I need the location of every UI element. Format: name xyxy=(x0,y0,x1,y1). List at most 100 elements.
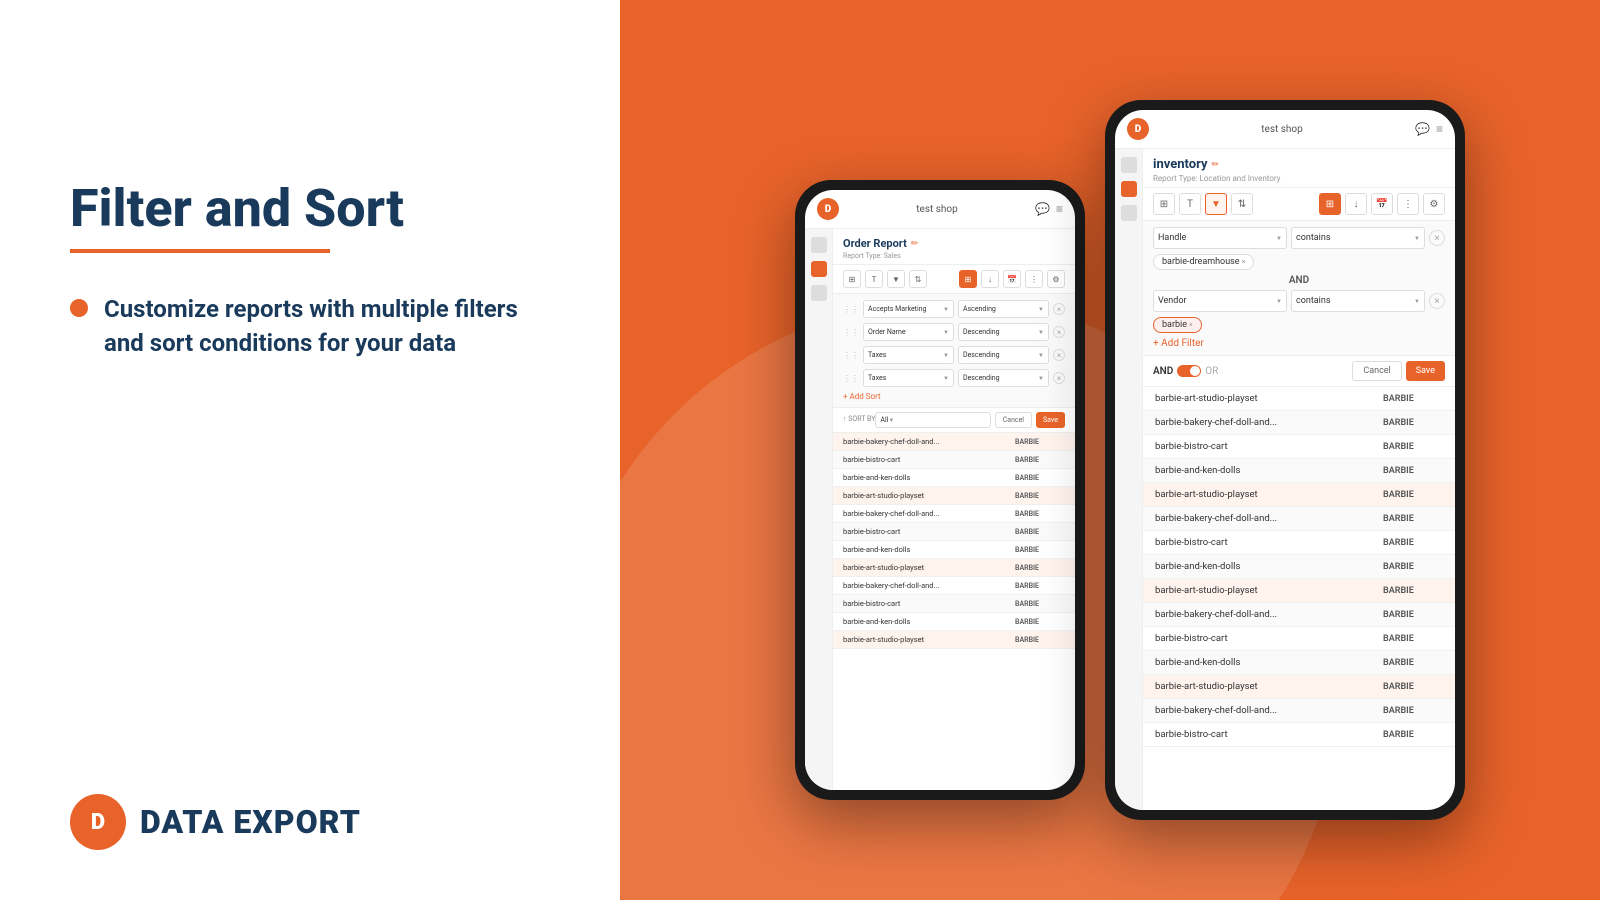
sidebar-icon-r-cart xyxy=(1121,181,1137,197)
app-logo-right: D xyxy=(1127,118,1149,140)
sort-row-3: ⋮⋮ Taxes ▼ Descending ▼ × xyxy=(843,346,1065,364)
toolbar-orange-btn[interactable]: ⊞ xyxy=(959,270,977,288)
sort-dir-3[interactable]: Descending ▼ xyxy=(958,346,1049,364)
filter-row-2: Vendor ▼ contains ▼ × xyxy=(1153,290,1445,312)
add-filter-link[interactable]: + Add Filter xyxy=(1153,338,1445,349)
and-or-row: AND OR Cancel Save xyxy=(1143,356,1455,387)
toolbar-text-btn-r[interactable]: T xyxy=(1179,193,1201,215)
bullet-item: Customize reports with multiple filters … xyxy=(70,293,560,360)
save-btn-right[interactable]: Save xyxy=(1406,361,1445,381)
app-content-right: inventory ✏ Report Type: Location and In… xyxy=(1143,149,1455,810)
report-header-left: Order Report ✏ Report Type: Sales xyxy=(833,229,1075,265)
toolbar-sort-btn-r[interactable]: ⇅ xyxy=(1231,193,1253,215)
report-name-right: inventory xyxy=(1153,157,1208,172)
table-row: barbie-bistro-cart BARBIE xyxy=(833,595,1075,613)
toolbar-calendar-btn-r[interactable]: 📅 xyxy=(1371,193,1393,215)
topbar-icons-left: 💬 ≡ xyxy=(1035,202,1063,216)
filter-tag-2[interactable]: barbie × xyxy=(1153,317,1202,333)
toggle-knob xyxy=(1190,366,1200,376)
toolbar-settings-btn[interactable]: ⚙ xyxy=(1047,270,1065,288)
report-name-left: Order Report xyxy=(843,237,907,250)
table-row: barbie-art-studio-playset BARBIE xyxy=(833,631,1075,649)
table-row: barbie-bakery-chef-doll-and... BARBIE xyxy=(1143,699,1455,723)
phones-container: D test shop 💬 ≡ xyxy=(680,20,1600,900)
app-topbar-right: D test shop 💬 ≡ xyxy=(1115,110,1455,149)
sort-by-select[interactable]: All ▼ xyxy=(875,412,990,428)
sort-dir-1[interactable]: Ascending ▼ xyxy=(958,300,1049,318)
remove-tag-1[interactable]: × xyxy=(1242,258,1246,266)
sort-by-row: ↑ SORT BY All ▼ Cancel Save xyxy=(843,412,1065,428)
delete-sort-1[interactable]: × xyxy=(1053,303,1065,315)
sort-field-1[interactable]: Accepts Marketing ▼ xyxy=(863,300,954,318)
data-table-left: barbie-bakery-chef-doll-and... BARBIE ba… xyxy=(833,433,1075,790)
shop-name-right: test shop xyxy=(1149,124,1415,135)
or-text: OR xyxy=(1205,366,1218,377)
sidebar-icon-r3 xyxy=(1121,205,1137,221)
delete-filter-2[interactable]: × xyxy=(1429,293,1445,309)
edit-icon-right: ✏ xyxy=(1212,160,1220,170)
sort-field-4[interactable]: Taxes ▼ xyxy=(863,369,954,387)
app-body-right: inventory ✏ Report Type: Location and In… xyxy=(1115,149,1455,810)
toolbar-download-btn[interactable]: ↓ xyxy=(981,270,999,288)
filter-tag-row-2: barbie × xyxy=(1153,317,1445,333)
toolbar-left: ⊞ T ▼ ⇅ ⊞ ↓ 📅 ⋮ ⚙ xyxy=(833,265,1075,294)
sort-field-2[interactable]: Order Name ▼ xyxy=(863,323,954,341)
sort-field-3[interactable]: Taxes ▼ xyxy=(863,346,954,364)
report-header-right: inventory ✏ Report Type: Location and In… xyxy=(1143,149,1455,188)
sort-dir-4[interactable]: Descending ▼ xyxy=(958,369,1049,387)
and-text: AND xyxy=(1153,366,1173,377)
app-sidebar-right xyxy=(1115,149,1143,810)
filter-op-2[interactable]: contains ▼ xyxy=(1291,290,1425,312)
table-row: barbie-bakery-chef-doll-and... BARBIE xyxy=(1143,507,1455,531)
add-sort-link[interactable]: + Add Sort xyxy=(843,392,1065,401)
toolbar-table-btn[interactable]: ⊞ xyxy=(843,270,861,288)
save-btn-left[interactable]: Save xyxy=(1036,412,1065,428)
sidebar-icon-cart xyxy=(811,261,827,277)
and-or-toggle[interactable] xyxy=(1177,365,1201,377)
filter-field-2[interactable]: Vendor ▼ xyxy=(1153,290,1287,312)
table-row: barbie-and-ken-dolls BARBIE xyxy=(1143,459,1455,483)
toolbar-sort-btn[interactable]: ⇅ xyxy=(909,270,927,288)
shop-name-left: test shop xyxy=(839,204,1035,215)
filter-field-1[interactable]: Handle ▼ xyxy=(1153,227,1287,249)
filter-op-1[interactable]: contains ▼ xyxy=(1291,227,1425,249)
table-row: barbie-bakery-chef-doll-and... BARBIE xyxy=(1143,411,1455,435)
app-logo-left: D xyxy=(817,198,839,220)
menu-icon: ≡ xyxy=(1056,202,1063,216)
toolbar-download-btn-r[interactable]: ↓ xyxy=(1345,193,1367,215)
delete-sort-2[interactable]: × xyxy=(1053,326,1065,338)
cancel-btn-left[interactable]: Cancel xyxy=(995,412,1032,428)
toolbar-right: ⊞ T ▼ ⇅ ⊞ ↓ 📅 ⋮ ⚙ xyxy=(1143,188,1455,221)
title-underline xyxy=(70,249,330,253)
toolbar-filter-btn-r[interactable]: ▼ xyxy=(1205,193,1227,215)
table-row: barbie-and-ken-dolls BARBIE xyxy=(1143,555,1455,579)
delete-sort-4[interactable]: × xyxy=(1053,372,1065,384)
toolbar-calendar-btn[interactable]: 📅 xyxy=(1003,270,1021,288)
toolbar-table-btn-r[interactable]: ⊞ xyxy=(1153,193,1175,215)
phone-right-inner: D test shop 💬 ≡ xyxy=(1115,110,1455,810)
data-table-right: barbie-art-studio-playset BARBIE barbie-… xyxy=(1143,387,1455,810)
toolbar-more-btn[interactable]: ⋮ xyxy=(1025,270,1043,288)
phone-left: D test shop 💬 ≡ xyxy=(795,180,1085,800)
toolbar-text-btn[interactable]: T xyxy=(865,270,883,288)
sort-dir-2[interactable]: Descending ▼ xyxy=(958,323,1049,341)
delete-sort-3[interactable]: × xyxy=(1053,349,1065,361)
delete-filter-1[interactable]: × xyxy=(1429,230,1445,246)
filter-tag-1[interactable]: barbie-dreamhouse × xyxy=(1153,254,1254,270)
logo-icon: D xyxy=(70,794,126,850)
chat-icon-right: 💬 xyxy=(1415,122,1430,136)
toolbar-more-btn-r[interactable]: ⋮ xyxy=(1397,193,1419,215)
bullet-dot-icon xyxy=(70,299,88,317)
toolbar-orange-btn-r[interactable]: ⊞ xyxy=(1319,193,1341,215)
remove-tag-2[interactable]: × xyxy=(1189,321,1193,329)
and-divider: AND xyxy=(1153,275,1445,286)
sort-row-1: ⋮⋮ Accepts Marketing ▼ Ascending ▼ xyxy=(843,300,1065,318)
right-panel: D test shop 💬 ≡ xyxy=(620,0,1600,900)
cancel-btn-right[interactable]: Cancel xyxy=(1352,361,1401,381)
app-right: D test shop 💬 ≡ xyxy=(1115,110,1455,810)
toolbar-filter-btn[interactable]: ▼ xyxy=(887,270,905,288)
sort-handle-2: ⋮⋮ xyxy=(843,328,859,337)
filter-tag-row-1: barbie-dreamhouse × xyxy=(1153,254,1445,270)
toolbar-settings-btn-r[interactable]: ⚙ xyxy=(1423,193,1445,215)
page-title: Filter and Sort xyxy=(70,180,560,237)
